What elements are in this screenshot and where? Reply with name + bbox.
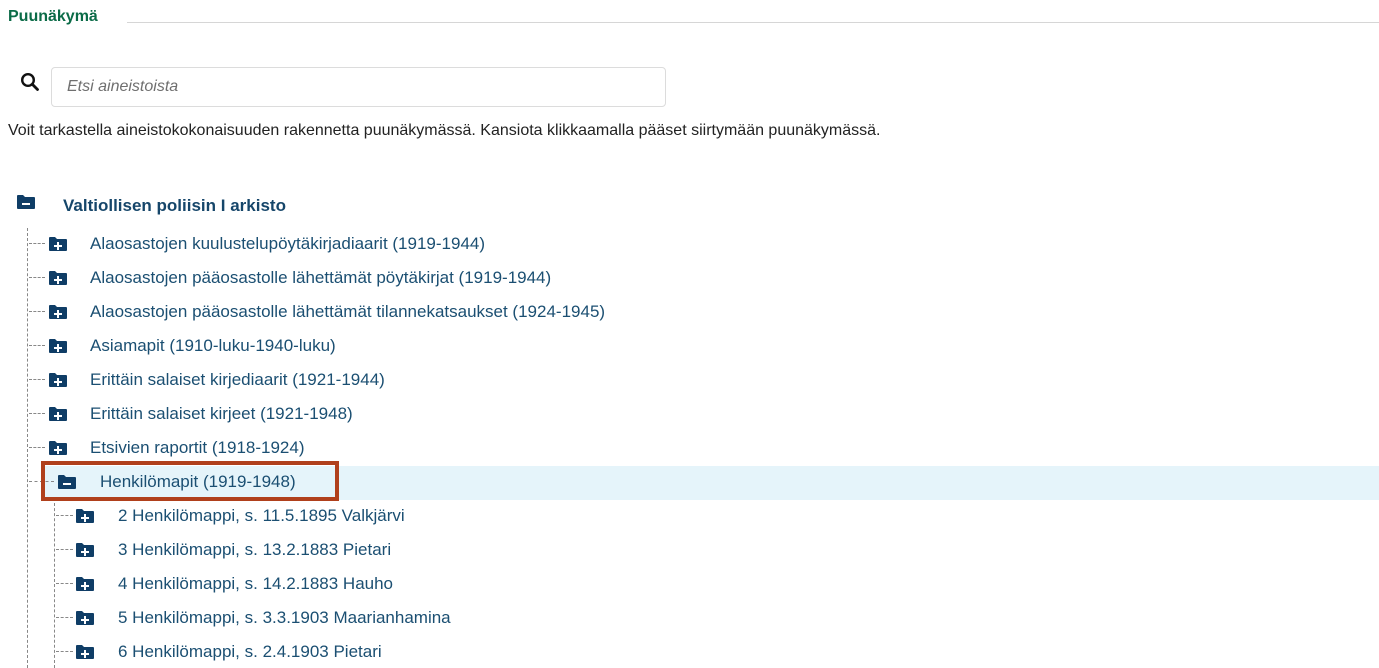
tree-item-label[interactable]: 6 Henkilömappi, s. 2.4.1903 Pietari [118, 642, 382, 662]
tree-connector [56, 549, 73, 550]
folder-expand-icon[interactable] [49, 373, 67, 387]
tree-connector [29, 277, 45, 278]
tree-item-label[interactable]: 5 Henkilömappi, s. 3.3.1903 Maarianhamin… [118, 608, 451, 628]
tree-connector [29, 345, 45, 346]
tree-connector [29, 379, 45, 380]
tree-connector [29, 413, 45, 414]
folder-expand-icon[interactable] [49, 441, 67, 455]
tree-connector [29, 447, 45, 448]
tree-item-label[interactable]: Erittäin salaiset kirjediaarit (1921-194… [90, 370, 385, 390]
folder-collapse-icon[interactable] [17, 195, 35, 209]
tree-item-label[interactable]: Alaosastojen pääosastolle lähettämät til… [90, 302, 605, 322]
tree-guide-line [27, 228, 28, 668]
folder-expand-icon[interactable] [49, 305, 67, 319]
folder-expand-icon[interactable] [76, 611, 94, 625]
folder-expand-icon[interactable] [49, 237, 67, 251]
folder-expand-icon[interactable] [76, 509, 94, 523]
tree-item-label[interactable]: 3 Henkilömappi, s. 13.2.1883 Pietari [118, 540, 391, 560]
folder-expand-icon[interactable] [49, 271, 67, 285]
tree-root-label[interactable]: Valtiollisen poliisin I arkisto [63, 196, 286, 216]
tree-item-label[interactable]: Etsivien raportit (1918-1924) [90, 438, 305, 458]
tree-item-label[interactable]: 4 Henkilömappi, s. 14.2.1883 Hauho [118, 574, 393, 594]
tree-connector [56, 651, 73, 652]
tree-connector [56, 515, 73, 516]
tree-view: Valtiollisen poliisin I arkisto Alaosast… [0, 0, 1379, 668]
tree-item-label[interactable]: Alaosastojen kuulustelupöytäkirjadiaarit… [90, 234, 485, 254]
tree-connector [29, 311, 45, 312]
folder-expand-icon[interactable] [49, 407, 67, 421]
folder-expand-icon[interactable] [76, 577, 94, 591]
tree-item-label[interactable]: Erittäin salaiset kirjeet (1921-1948) [90, 404, 353, 424]
tree-connector [56, 583, 73, 584]
tree-item-label[interactable]: Asiamapit (1910-luku-1940-luku) [90, 336, 336, 356]
folder-expand-icon[interactable] [76, 543, 94, 557]
tree-item-label[interactable]: Alaosastojen pääosastolle lähettämät pöy… [90, 268, 551, 288]
tree-connector [29, 243, 45, 244]
tree-guide-line [54, 498, 55, 668]
selection-frame [41, 461, 339, 501]
folder-expand-icon[interactable] [76, 645, 94, 659]
folder-expand-icon[interactable] [49, 339, 67, 353]
tree-connector [56, 617, 73, 618]
tree-item-label[interactable]: 2 Henkilömappi, s. 11.5.1895 Valkjärvi [118, 506, 405, 526]
